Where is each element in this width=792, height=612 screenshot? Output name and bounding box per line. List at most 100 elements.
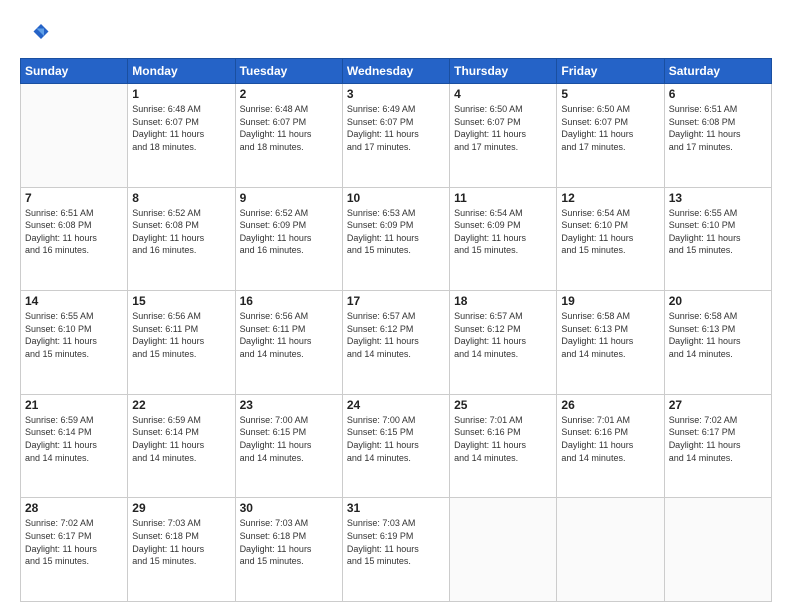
day-info: Sunrise: 6:49 AM Sunset: 6:07 PM Dayligh… [347,103,445,153]
day-info: Sunrise: 6:59 AM Sunset: 6:14 PM Dayligh… [132,414,230,464]
day-cell: 9Sunrise: 6:52 AM Sunset: 6:09 PM Daylig… [235,187,342,291]
day-info: Sunrise: 6:50 AM Sunset: 6:07 PM Dayligh… [561,103,659,153]
header [20,18,772,48]
day-number: 10 [347,191,445,205]
day-info: Sunrise: 7:00 AM Sunset: 6:15 PM Dayligh… [240,414,338,464]
day-number: 18 [454,294,552,308]
day-cell: 1 Sunrise: 6:48 AM Sunset: 6:07 PM Daylig… [128,84,235,188]
day-cell: 22 Sunrise: 6:59 AM Sunset: 6:14 PM Dayli… [128,394,235,498]
day-number: 30 [240,501,338,515]
day-info: Sunrise: 6:57 AM Sunset: 6:12 PM Dayligh… [454,310,552,360]
day-number: 8 [132,191,230,205]
day-cell: 29 Sunrise: 7:03 AM Sunset: 6:18 PM Dayli… [128,498,235,602]
day-cell: 23 Sunrise: 7:00 AM Sunset: 6:15 PM Dayli… [235,394,342,498]
day-info: Sunrise: 6:59 AM Sunset: 6:14 PM Dayligh… [25,414,123,464]
day-cell: 27Sunrise: 7:02 AM Sunset: 6:17 PM Dayli… [664,394,771,498]
day-info: Sunrise: 6:57 AM Sunset: 6:12 PM Dayligh… [347,310,445,360]
day-cell: 21 Sunrise: 6:59 AM Sunset: 6:14 PM Dayli… [21,394,128,498]
day-info: Sunrise: 6:58 AM Sunset: 6:13 PM Dayligh… [561,310,659,360]
weekday-header-saturday: Saturday [664,59,771,84]
day-cell [557,498,664,602]
day-number: 13 [669,191,767,205]
day-number: 26 [561,398,659,412]
day-cell: 16Sunrise: 6:56 AM Sunset: 6:11 PM Dayli… [235,291,342,395]
day-info: Sunrise: 7:02 AM Sunset: 6:17 PM Dayligh… [25,517,123,567]
day-info: Sunrise: 6:51 AM Sunset: 6:08 PM Dayligh… [25,207,123,257]
day-cell: 18 Sunrise: 6:57 AM Sunset: 6:12 PM Dayli… [450,291,557,395]
day-info: Sunrise: 6:54 AM Sunset: 6:10 PM Dayligh… [561,207,659,257]
day-cell: 13 Sunrise: 6:55 AM Sunset: 6:10 PM Dayli… [664,187,771,291]
day-number: 12 [561,191,659,205]
day-cell: 4 Sunrise: 6:50 AM Sunset: 6:07 PM Daylig… [450,84,557,188]
day-info: Sunrise: 7:03 AM Sunset: 6:18 PM Dayligh… [240,517,338,567]
day-info: Sunrise: 6:52 AM Sunset: 6:09 PM Dayligh… [240,207,338,257]
day-cell: 24Sunrise: 7:00 AM Sunset: 6:15 PM Dayli… [342,394,449,498]
day-cell: 31Sunrise: 7:03 AM Sunset: 6:19 PM Dayli… [342,498,449,602]
week-row-4: 28 Sunrise: 7:02 AM Sunset: 6:17 PM Dayli… [21,498,772,602]
day-number: 7 [25,191,123,205]
day-number: 17 [347,294,445,308]
day-number: 6 [669,87,767,101]
weekday-header-row: SundayMondayTuesdayWednesdayThursdayFrid… [21,59,772,84]
day-number: 2 [240,87,338,101]
day-number: 24 [347,398,445,412]
day-info: Sunrise: 6:55 AM Sunset: 6:10 PM Dayligh… [669,207,767,257]
day-cell: 14 Sunrise: 6:55 AM Sunset: 6:10 PM Dayli… [21,291,128,395]
logo [20,18,54,48]
day-info: Sunrise: 7:01 AM Sunset: 6:16 PM Dayligh… [561,414,659,464]
day-info: Sunrise: 6:53 AM Sunset: 6:09 PM Dayligh… [347,207,445,257]
weekday-header-friday: Friday [557,59,664,84]
day-cell: 8 Sunrise: 6:52 AM Sunset: 6:08 PM Daylig… [128,187,235,291]
day-cell: 7 Sunrise: 6:51 AM Sunset: 6:08 PM Daylig… [21,187,128,291]
day-cell: 19 Sunrise: 6:58 AM Sunset: 6:13 PM Dayli… [557,291,664,395]
day-info: Sunrise: 6:51 AM Sunset: 6:08 PM Dayligh… [669,103,767,153]
day-cell [21,84,128,188]
day-number: 19 [561,294,659,308]
day-number: 16 [240,294,338,308]
day-number: 28 [25,501,123,515]
day-number: 23 [240,398,338,412]
day-number: 25 [454,398,552,412]
calendar-table: SundayMondayTuesdayWednesdayThursdayFrid… [20,58,772,602]
day-cell: 26 Sunrise: 7:01 AM Sunset: 6:16 PM Dayli… [557,394,664,498]
weekday-header-sunday: Sunday [21,59,128,84]
day-info: Sunrise: 6:48 AM Sunset: 6:07 PM Dayligh… [240,103,338,153]
week-row-3: 21 Sunrise: 6:59 AM Sunset: 6:14 PM Dayli… [21,394,772,498]
day-number: 1 [132,87,230,101]
day-number: 22 [132,398,230,412]
day-info: Sunrise: 7:03 AM Sunset: 6:18 PM Dayligh… [132,517,230,567]
day-cell: 15Sunrise: 6:56 AM Sunset: 6:11 PM Dayli… [128,291,235,395]
weekday-header-monday: Monday [128,59,235,84]
day-number: 3 [347,87,445,101]
day-info: Sunrise: 7:03 AM Sunset: 6:19 PM Dayligh… [347,517,445,567]
day-info: Sunrise: 6:50 AM Sunset: 6:07 PM Dayligh… [454,103,552,153]
day-cell: 5 Sunrise: 6:50 AM Sunset: 6:07 PM Daylig… [557,84,664,188]
day-cell: 25 Sunrise: 7:01 AM Sunset: 6:16 PM Dayli… [450,394,557,498]
day-number: 5 [561,87,659,101]
weekday-header-wednesday: Wednesday [342,59,449,84]
week-row-0: 1 Sunrise: 6:48 AM Sunset: 6:07 PM Daylig… [21,84,772,188]
day-cell: 12 Sunrise: 6:54 AM Sunset: 6:10 PM Dayli… [557,187,664,291]
day-cell [664,498,771,602]
day-info: Sunrise: 6:56 AM Sunset: 6:11 PM Dayligh… [132,310,230,360]
logo-icon [20,18,50,48]
day-info: Sunrise: 6:58 AM Sunset: 6:13 PM Dayligh… [669,310,767,360]
day-number: 4 [454,87,552,101]
day-number: 21 [25,398,123,412]
day-info: Sunrise: 6:52 AM Sunset: 6:08 PM Dayligh… [132,207,230,257]
day-cell: 30 Sunrise: 7:03 AM Sunset: 6:18 PM Dayli… [235,498,342,602]
day-cell: 10 Sunrise: 6:53 AM Sunset: 6:09 PM Dayli… [342,187,449,291]
day-cell: 20 Sunrise: 6:58 AM Sunset: 6:13 PM Dayli… [664,291,771,395]
day-info: Sunrise: 6:55 AM Sunset: 6:10 PM Dayligh… [25,310,123,360]
day-info: Sunrise: 6:48 AM Sunset: 6:07 PM Dayligh… [132,103,230,153]
day-number: 20 [669,294,767,308]
day-number: 29 [132,501,230,515]
day-number: 27 [669,398,767,412]
day-info: Sunrise: 6:54 AM Sunset: 6:09 PM Dayligh… [454,207,552,257]
day-cell: 3 Sunrise: 6:49 AM Sunset: 6:07 PM Daylig… [342,84,449,188]
day-cell: 28 Sunrise: 7:02 AM Sunset: 6:17 PM Dayli… [21,498,128,602]
day-cell [450,498,557,602]
day-info: Sunrise: 7:01 AM Sunset: 6:16 PM Dayligh… [454,414,552,464]
day-number: 14 [25,294,123,308]
day-cell: 2 Sunrise: 6:48 AM Sunset: 6:07 PM Daylig… [235,84,342,188]
